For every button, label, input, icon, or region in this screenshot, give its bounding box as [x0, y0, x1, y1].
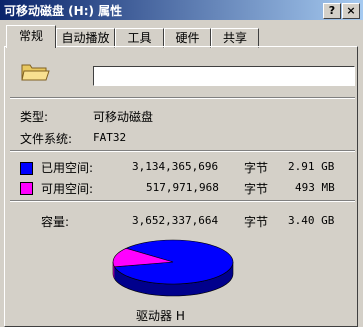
free-space-label: 可用空间:	[41, 182, 94, 196]
tab-general[interactable]: 常规	[6, 25, 56, 48]
separator	[10, 150, 355, 152]
folder-icon	[21, 64, 50, 81]
tab-tools[interactable]: 工具	[115, 28, 164, 48]
tab-hardware[interactable]: 硬件	[164, 28, 211, 48]
capacity-bytes: 3,652,337,664	[132, 214, 219, 227]
type-value: 可移动磁盘	[93, 110, 154, 124]
free-space-swatch	[20, 182, 33, 195]
tab-sharing[interactable]: 共享	[211, 28, 259, 48]
type-label: 类型:	[20, 110, 49, 124]
separator	[10, 200, 355, 202]
used-space-swatch	[20, 162, 33, 175]
separator	[10, 97, 355, 99]
tab-autoplay[interactable]: 自动播放	[56, 28, 115, 48]
capacity-unit: 字节	[244, 215, 269, 229]
disk-usage-pie-chart	[112, 239, 234, 297]
free-space-unit: 字节	[244, 182, 269, 196]
drive-name-input[interactable]	[93, 66, 355, 86]
filesystem-value: FAT32	[93, 131, 127, 144]
used-space-bytes: 3,134,365,696	[132, 160, 219, 173]
free-space-bytes: 517,971,968	[146, 181, 219, 194]
help-button[interactable]: ?	[323, 3, 341, 19]
filesystem-label: 文件系统:	[20, 132, 73, 146]
window-title: 可移动磁盘 (H:) 属性	[4, 4, 123, 18]
capacity-label: 容量:	[41, 215, 70, 229]
used-space-size: 2.91 GB	[288, 160, 335, 173]
used-space-label: 已用空间:	[41, 161, 94, 175]
used-space-unit: 字节	[244, 161, 269, 175]
capacity-size: 3.40 GB	[288, 214, 335, 227]
free-space-size: 493 MB	[295, 181, 335, 194]
close-button[interactable]: ×	[342, 3, 360, 19]
drive-label: 驱动器 H	[136, 309, 185, 323]
